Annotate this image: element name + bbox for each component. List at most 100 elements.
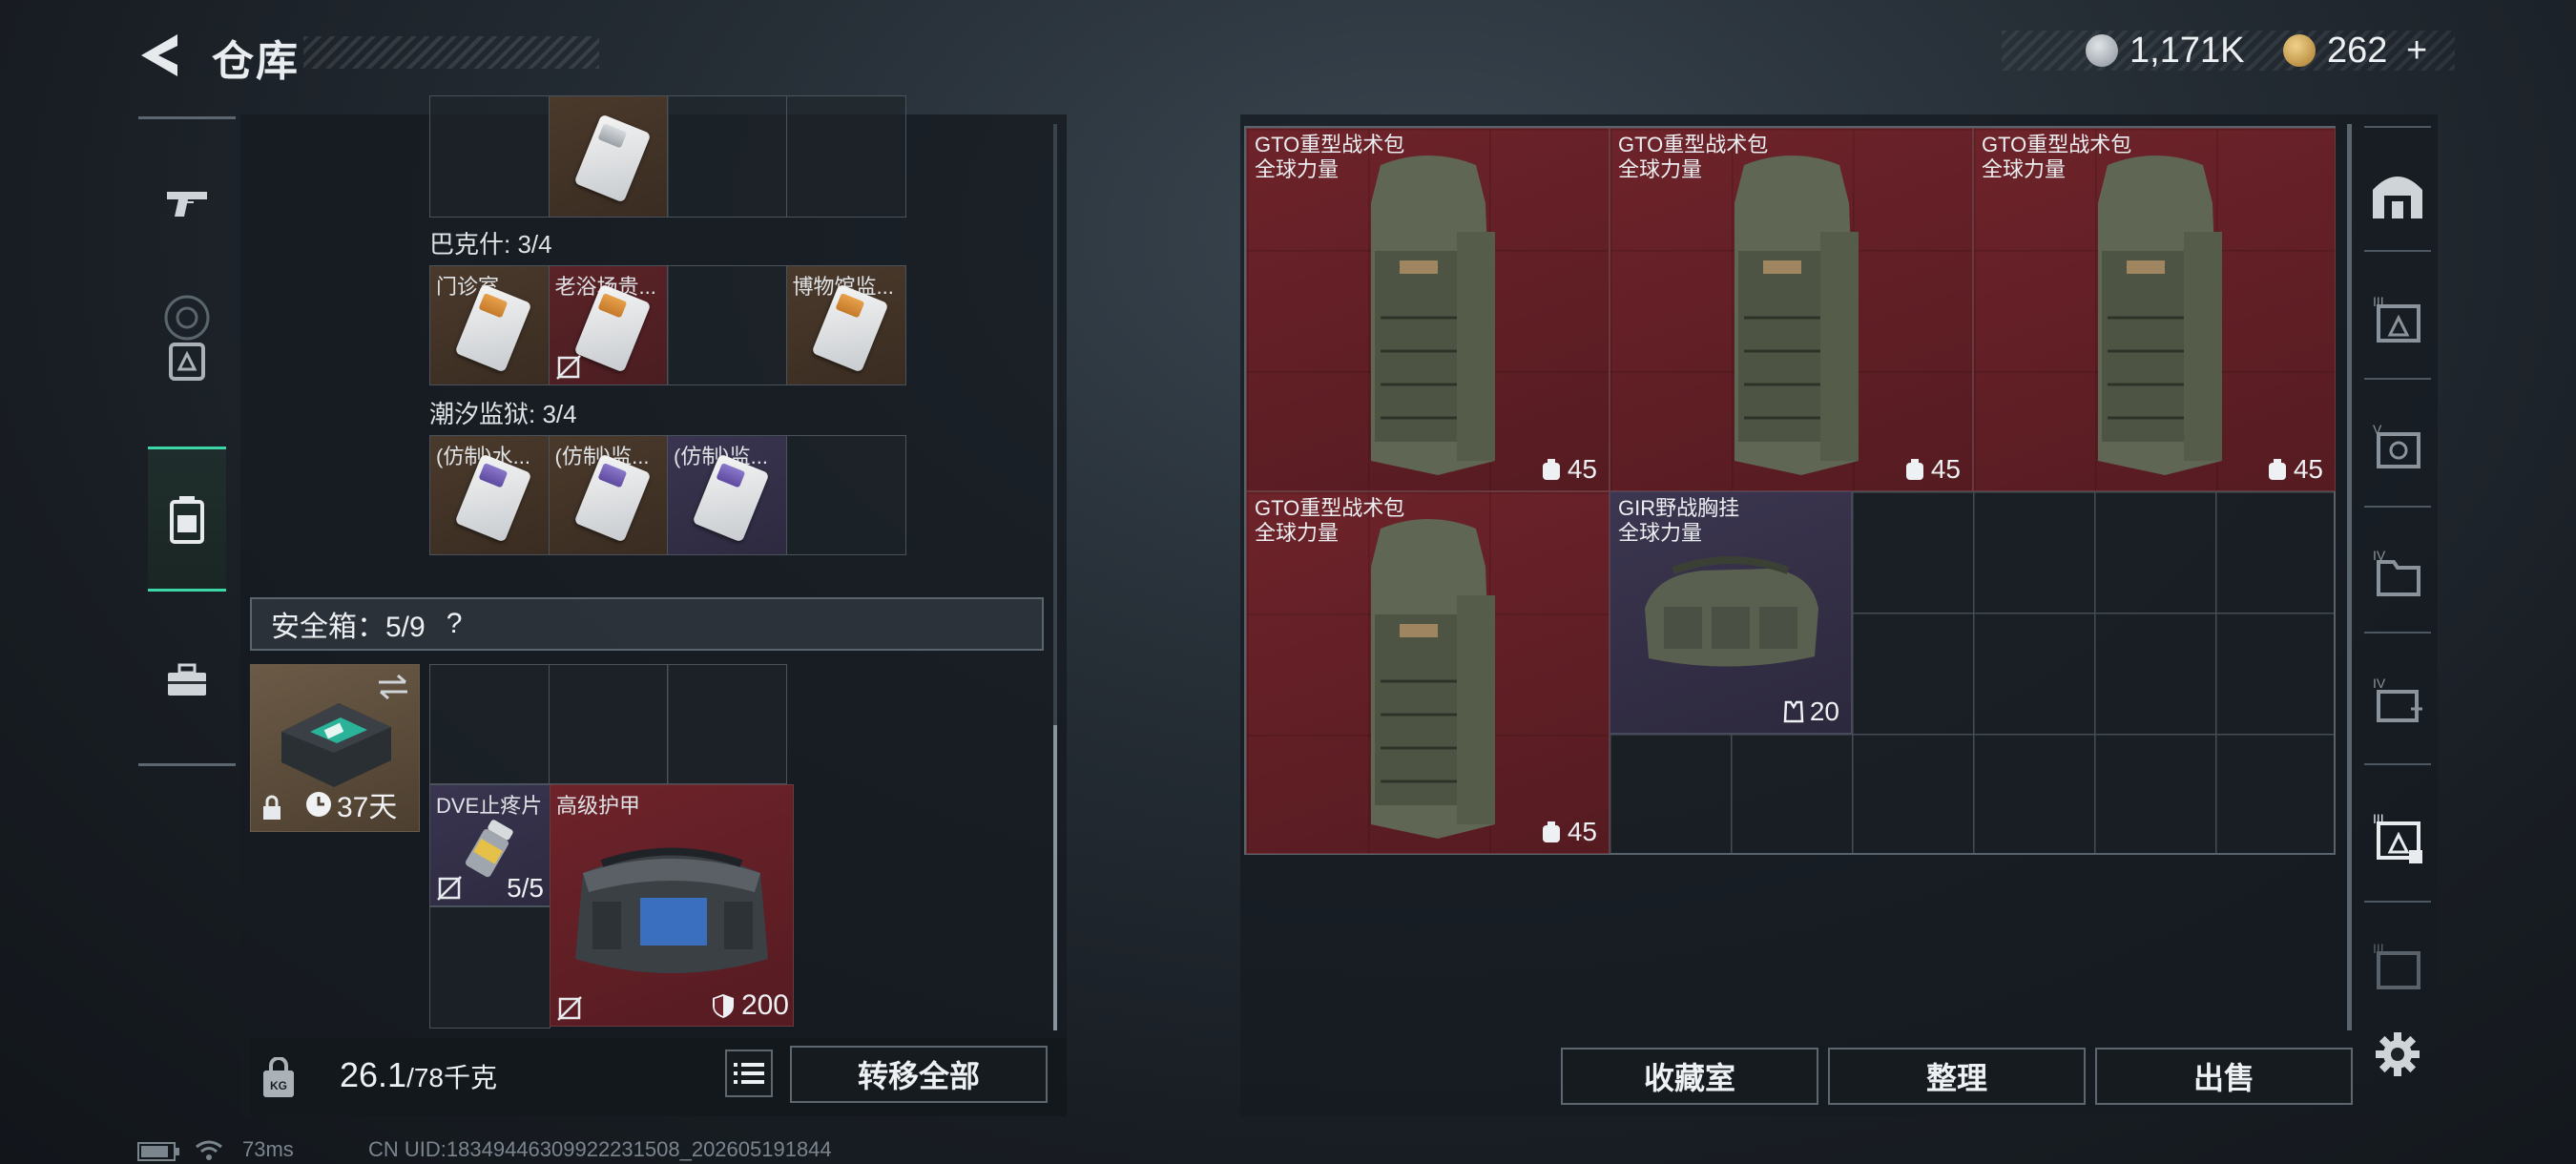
chest-rig-image <box>1645 556 1818 667</box>
safe-box-item[interactable]: 37天 <box>250 664 420 832</box>
right-nav-container-5[interactable]: V <box>2364 414 2431 481</box>
add-currency-button[interactable]: + <box>2406 31 2427 71</box>
back-arrow-icon[interactable] <box>134 29 187 82</box>
keycard-slot[interactable]: 博物馆监... <box>785 265 906 385</box>
right-nav-divider <box>2364 632 2431 634</box>
safe-slot[interactable] <box>429 906 551 1029</box>
sell-button[interactable]: 出售 <box>2095 1048 2353 1105</box>
right-nav-divider <box>2364 250 2431 252</box>
container-tier3-icon: III <box>2373 941 2420 989</box>
keycard-slot[interactable] <box>785 95 906 218</box>
container-tier3-icon: III <box>2373 811 2422 863</box>
right-nav-container-dim[interactable]: III <box>2364 933 2431 1000</box>
right-nav-divider <box>2364 378 2431 380</box>
transfer-all-button[interactable]: 转移全部 <box>790 1046 1048 1103</box>
nav-divider-bottom <box>138 763 236 766</box>
storage-item-gto-backpack[interactable]: GTO重型战术包 全球力量 45 <box>1246 128 1610 491</box>
lock-icon <box>263 795 280 820</box>
list-view-button[interactable] <box>725 1050 773 1097</box>
safe-box-icon <box>164 295 210 381</box>
safe-item-armor[interactable]: 高级护甲 200 <box>550 784 794 1027</box>
right-nav-container-3[interactable]: III <box>2364 286 2431 353</box>
uid-readout: CN UID:1834944630992223150‍8_20260519184… <box>368 1137 832 1161</box>
safe-timer: 37天 <box>304 783 397 825</box>
keycard-slot[interactable] <box>667 265 787 385</box>
svg-text:KG: KG <box>270 1079 287 1092</box>
toolbox-icon <box>168 663 206 696</box>
pistol-icon <box>167 192 207 217</box>
storage-item-gir-chest-rig[interactable]: GIR野战胸挂 全球力量 20 <box>1610 491 1852 734</box>
keycard-row-tide: (仿制)水... (仿制)监... (仿制)监... <box>429 435 906 555</box>
collection-button[interactable]: 收藏室 <box>1561 1048 1818 1105</box>
safe-case-icon <box>281 703 391 787</box>
backpack-image <box>2098 156 2222 475</box>
svg-text:III: III <box>2373 294 2384 309</box>
gold-currency: 262 <box>2283 31 2387 71</box>
backpack-icon <box>170 496 204 544</box>
nav-toolbox[interactable] <box>148 641 226 719</box>
swap-icon[interactable] <box>377 673 409 701</box>
safe-item-painkiller[interactable]: DVE止疼片 5/5 <box>429 784 551 906</box>
right-nav-container-4b[interactable]: IV <box>2364 668 2431 735</box>
armor-bag-icon <box>575 847 768 973</box>
keycard-slot[interactable] <box>785 435 906 555</box>
weight-readout: 26.1 /78千克 <box>340 1055 498 1094</box>
help-button[interactable]: ? <box>447 608 463 640</box>
nav-weapons[interactable] <box>148 164 226 242</box>
storage-item-gto-backpack[interactable]: GTO重型战术包 全球力量 45 <box>1973 128 2336 491</box>
backpack-capacity-icon <box>2268 459 2286 480</box>
section-label-bakesh: 巴克什: 3/4 <box>429 230 552 259</box>
container-tier3-icon: III <box>2373 294 2420 343</box>
no-trade-icon <box>557 996 582 1021</box>
right-nav-container-4a[interactable]: IV <box>2364 540 2431 607</box>
nav-safe-box[interactable] <box>148 277 226 391</box>
keycard-icon <box>572 114 652 203</box>
right-nav-divider <box>2364 506 2431 508</box>
keycard-slot[interactable]: 门诊室 <box>429 265 550 385</box>
organize-button[interactable]: 整理 <box>1828 1048 2086 1105</box>
backpack-image <box>1371 519 1495 839</box>
safe-item-column: DVE止疼片 5/5 <box>429 784 551 1029</box>
keycard-slot[interactable] <box>429 95 550 218</box>
right-nav-rail <box>2347 124 2352 1030</box>
weight-icon: KG <box>263 1057 294 1097</box>
backpack-image <box>1371 156 1495 475</box>
scrollbar-thumb[interactable] <box>1053 725 1057 1030</box>
container-tier5-icon: V <box>2373 422 2420 468</box>
right-nav-warehouse[interactable] <box>2364 160 2431 227</box>
clock-icon <box>306 792 331 817</box>
gear-icon <box>2376 1032 2420 1076</box>
keycard-row-bakesh: 门诊室 老浴场贵... 博物馆监... <box>429 265 906 385</box>
backpack-capacity-icon <box>1542 459 1560 480</box>
no-trade-icon <box>437 876 462 901</box>
safe-slot[interactable] <box>667 664 787 784</box>
keycard-slot[interactable] <box>548 95 669 218</box>
section-label-tide-prison: 潮汐监狱: 3/4 <box>429 400 577 428</box>
storage-item-gto-backpack[interactable]: GTO重型战术包 全球力量 45 <box>1246 491 1610 854</box>
right-nav-divider <box>2364 901 2431 903</box>
keycard-slot[interactable]: (仿制)水... <box>429 435 550 555</box>
silver-coin-icon <box>2086 34 2118 67</box>
keycard-slot[interactable]: (仿制)监... <box>667 435 787 555</box>
keycard-slot[interactable]: 老浴场贵... <box>548 265 669 385</box>
safe-box-header: 安全箱：5/9 ? <box>250 597 1044 651</box>
svg-text:III: III <box>2373 811 2384 826</box>
settings-button[interactable] <box>2364 1021 2431 1088</box>
container-tier4-icon: IV <box>2373 548 2420 596</box>
keycard-slot[interactable] <box>667 95 787 218</box>
right-nav-container-active[interactable]: III <box>2364 805 2431 872</box>
pill-bottle-icon <box>465 820 513 878</box>
backpack-capacity-icon <box>1542 821 1560 842</box>
nav-divider-top <box>138 116 236 119</box>
keycard-slot[interactable]: (仿制)监... <box>548 435 669 555</box>
gold-coin-icon <box>2283 34 2316 67</box>
safe-slot[interactable] <box>429 664 550 784</box>
svg-text:III: III <box>2373 941 2384 956</box>
storage-item-gto-backpack[interactable]: GTO重型战术包 全球力量 45 <box>1610 128 1973 491</box>
safe-slot[interactable] <box>548 664 669 784</box>
list-icon <box>734 1063 764 1084</box>
nav-backpack-active[interactable] <box>148 447 226 592</box>
keycard-row-top <box>429 95 906 218</box>
vest-capacity-icon <box>1783 700 1804 723</box>
armor-shield-icon <box>712 994 734 1018</box>
